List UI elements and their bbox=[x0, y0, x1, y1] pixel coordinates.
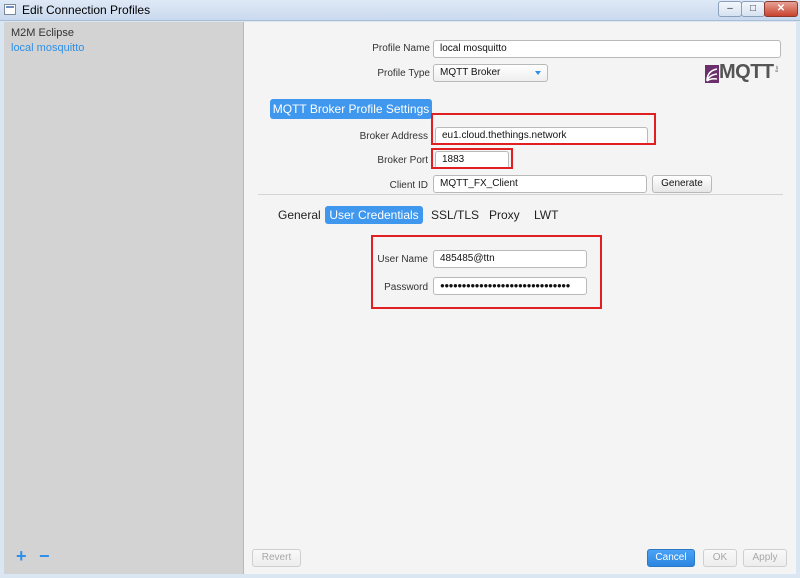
tab-user-credentials[interactable]: User Credentials bbox=[325, 206, 423, 224]
password-input[interactable]: ●●●●●●●●●●●●●●●●●●●●●●●●●●●●●● bbox=[433, 277, 587, 295]
broker-address-label: Broker Address bbox=[359, 131, 428, 142]
profile-type-label: Profile Type bbox=[377, 68, 430, 79]
credentials-highlight bbox=[371, 235, 602, 309]
mqtt-logo-org: .org bbox=[775, 65, 780, 72]
mqtt-logo-mark-icon bbox=[705, 65, 719, 83]
broker-port-label: Broker Port bbox=[377, 155, 428, 166]
tab-proxy[interactable]: Proxy bbox=[489, 206, 525, 224]
window-title: Edit Connection Profiles bbox=[22, 3, 151, 17]
user-name-label: User Name bbox=[377, 254, 428, 265]
broker-profile-settings-header: MQTT Broker Profile Settings bbox=[270, 99, 432, 119]
tab-general[interactable]: General bbox=[278, 206, 321, 224]
edit-connection-profiles-window: Edit Connection Profiles ‒ □ ✕ M2M Eclip… bbox=[0, 0, 800, 578]
sidebar-item-m2m-eclipse[interactable]: M2M Eclipse bbox=[11, 27, 74, 39]
ok-button[interactable]: OK bbox=[703, 549, 737, 567]
revert-button[interactable]: Revert bbox=[252, 549, 301, 567]
profile-name-input[interactable]: local mosquitto bbox=[433, 40, 781, 58]
minimize-button[interactable]: ‒ bbox=[718, 1, 742, 17]
client-id-input[interactable]: MQTT_FX_Client bbox=[433, 175, 647, 193]
generate-button[interactable]: Generate bbox=[652, 175, 712, 193]
mqtt-logo-text: MQTT bbox=[719, 61, 774, 83]
app-window-icon bbox=[4, 4, 16, 15]
profiles-sidebar: M2M Eclipse local mosquitto + − bbox=[4, 22, 244, 574]
password-label: Password bbox=[384, 282, 428, 293]
profile-type-select[interactable]: MQTT Broker bbox=[433, 64, 548, 82]
section-divider bbox=[258, 194, 783, 195]
tab-lwt[interactable]: LWT bbox=[534, 206, 564, 224]
mqtt-logo: MQTT .org bbox=[705, 61, 780, 87]
close-button[interactable]: ✕ bbox=[764, 1, 798, 17]
chevron-down-icon bbox=[535, 71, 541, 75]
tab-ssl-tls[interactable]: SSL/TLS bbox=[431, 206, 481, 224]
sidebar-item-local-mosquitto[interactable]: local mosquitto bbox=[11, 42, 84, 54]
maximize-button[interactable]: □ bbox=[741, 1, 765, 17]
apply-button[interactable]: Apply bbox=[743, 549, 787, 567]
remove-profile-icon[interactable]: − bbox=[39, 547, 50, 565]
profile-type-value: MQTT Broker bbox=[440, 67, 501, 78]
broker-port-highlight bbox=[431, 148, 513, 169]
title-bar: Edit Connection Profiles ‒ □ ✕ bbox=[0, 0, 800, 21]
add-profile-icon[interactable]: + bbox=[16, 547, 27, 565]
user-name-input[interactable]: 485485@ttn bbox=[433, 250, 587, 268]
profile-name-label: Profile Name bbox=[372, 43, 430, 54]
cancel-button[interactable]: Cancel bbox=[647, 549, 695, 567]
client-id-label: Client ID bbox=[389, 180, 428, 191]
broker-address-highlight bbox=[431, 113, 656, 145]
